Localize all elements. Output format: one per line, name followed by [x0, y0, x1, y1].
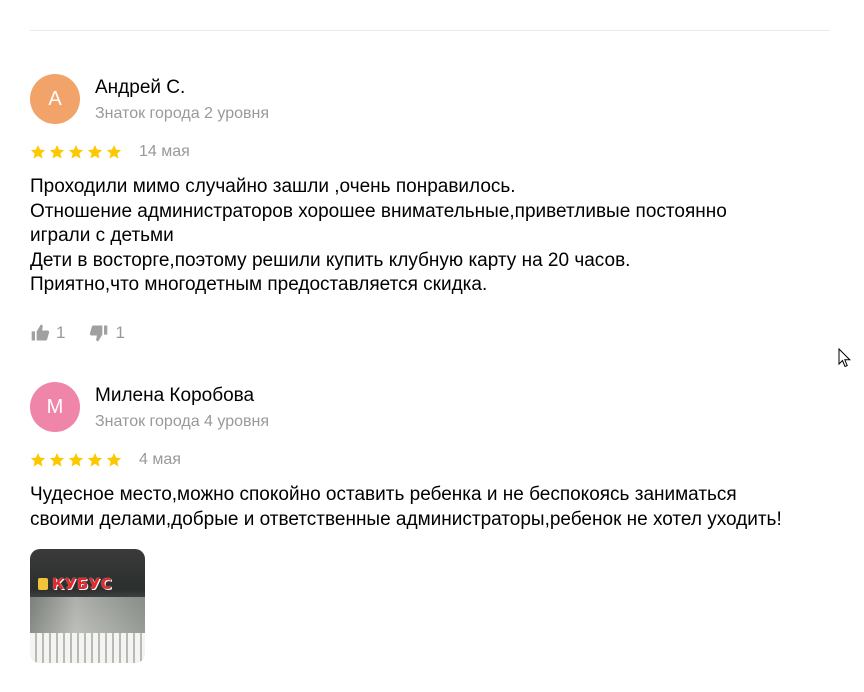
avatar[interactable]: М [30, 382, 80, 432]
rating-stars [30, 452, 125, 468]
thumbs-down-icon [90, 325, 108, 341]
review-text-line: Чудесное место,можно спокойно оставить р… [30, 484, 737, 505]
like-button[interactable]: 1 [30, 323, 65, 343]
review-card: М Милена Коробова Знаток города 4 уровня… [30, 382, 840, 663]
logo-mark [38, 578, 48, 590]
review-date: 14 мая [139, 143, 190, 160]
review-text-line: Отношение администраторов хорошее внимат… [30, 200, 727, 222]
author-name[interactable]: Андрей С. [95, 76, 269, 100]
review-card: А Андрей С. Знаток города 2 уровня 14 ма… [30, 74, 840, 344]
star-icon [68, 453, 84, 467]
review-text-line: Приятно,что многодетным предоставляется … [30, 274, 488, 295]
author-level: Знаток города 4 уровня [95, 413, 270, 430]
thumbs-up-icon [31, 324, 50, 340]
review-text-line: Дети в восторге,поэтому решили купить кл… [30, 249, 631, 271]
mouse-cursor-icon [838, 348, 852, 368]
review-text-line: Проходили мимо случайно зашли ,очень пон… [30, 176, 516, 197]
dislike-button[interactable]: 1 [89, 322, 125, 343]
review-text-line: своими делами,добрые и ответственные адм… [30, 508, 782, 530]
star-icon [49, 453, 65, 467]
photo-sign-text: КУБУС [52, 575, 113, 593]
author-name[interactable]: Милена Коробова [95, 384, 269, 408]
review-author[interactable]: А Андрей С. Знаток города 2 уровня [30, 74, 840, 126]
review-text: Проходили мимо случайно зашли ,очень пон… [30, 175, 840, 298]
review-text: Чудесное место,можно спокойно оставить р… [30, 483, 840, 532]
star-icon [30, 453, 46, 467]
review-photo[interactable]: КУБУС [30, 549, 145, 663]
review-author[interactable]: М Милена Коробова Знаток города 4 уровня [30, 382, 840, 434]
star-icon [30, 145, 46, 159]
top-divider [30, 30, 830, 31]
star-icon [68, 145, 84, 159]
review-text-line: играли с детьми [30, 225, 174, 246]
avatar[interactable]: А [30, 74, 80, 124]
rating-stars [30, 144, 125, 160]
star-icon [106, 145, 122, 159]
review-date: 4 мая [139, 451, 181, 468]
star-icon [106, 453, 122, 467]
photo-fence [30, 633, 145, 663]
dislike-count: 1 [115, 322, 125, 342]
star-icon [87, 453, 103, 467]
star-icon [49, 145, 65, 159]
like-count: 1 [56, 322, 66, 342]
star-icon [87, 145, 103, 159]
photo-sign: КУБУС [38, 575, 112, 593]
author-level: Знаток города 2 уровня [95, 105, 270, 122]
photo-wall [30, 597, 145, 637]
